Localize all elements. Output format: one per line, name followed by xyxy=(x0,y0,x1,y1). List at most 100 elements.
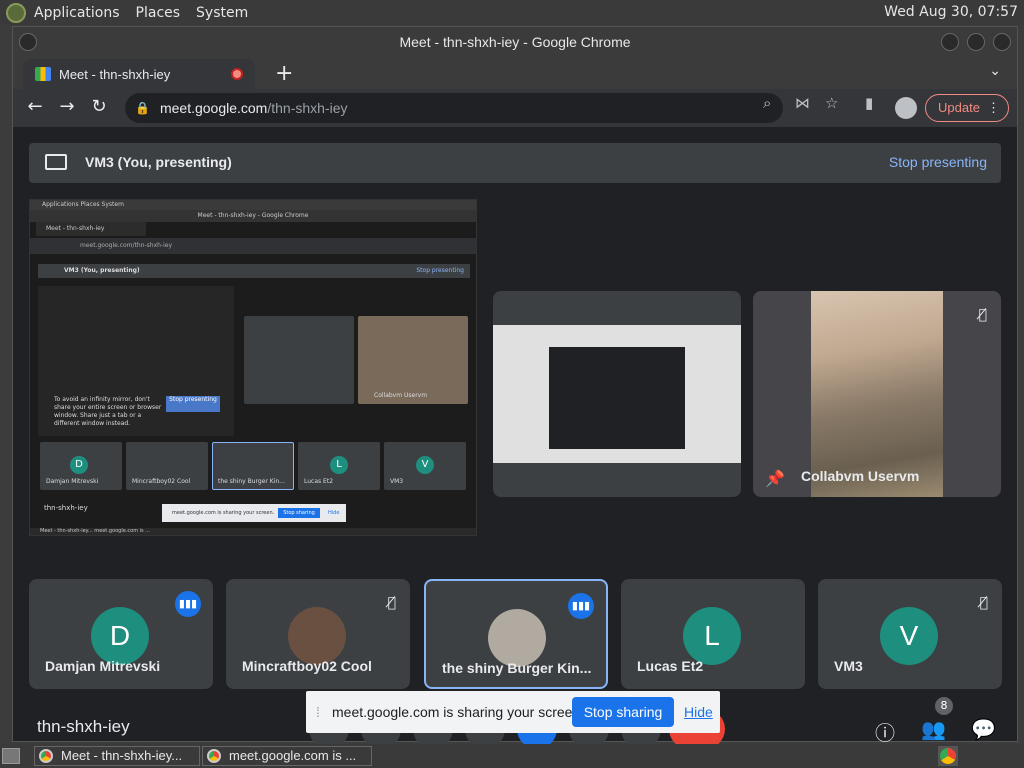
profile-avatar-icon[interactable] xyxy=(895,97,917,119)
participant-tile[interactable]: L Lucas Et2 xyxy=(621,579,805,689)
menu-places[interactable]: Places xyxy=(136,5,181,21)
stop-sharing-button[interactable]: Stop sharing xyxy=(572,697,674,727)
preview-titlebar: Meet - thn-shxh-iey - Google Chrome xyxy=(30,210,476,222)
presenting-bar: VM3 (You, presenting) Stop presenting xyxy=(29,143,1001,183)
browser-window: Meet - thn-shxh-iey - Google Chrome Meet… xyxy=(12,26,1018,749)
close-icon[interactable] xyxy=(993,33,1011,51)
mic-off-icon: 🎙̸ xyxy=(979,595,988,611)
sharing-message: meet.google.com is sharing your screen. xyxy=(332,704,585,720)
url-path: /thn-shxh-iey xyxy=(267,100,348,116)
participant-avatar: L xyxy=(683,607,741,665)
chrome-icon xyxy=(207,749,221,763)
maximize-icon[interactable] xyxy=(967,33,985,51)
preview-tab: Meet - thn-shxh-iey xyxy=(36,222,146,236)
tab-search-chevron-down-icon[interactable]: ⌄ xyxy=(989,63,1001,79)
preview-meeting-code: thn-shxh-iey xyxy=(44,504,88,512)
window-title: Meet - thn-shxh-iey - Google Chrome xyxy=(399,34,631,50)
window-menu-icon[interactable] xyxy=(19,33,37,51)
clock[interactable]: Wed Aug 30, 07:57 xyxy=(884,4,1018,20)
minimize-icon[interactable] xyxy=(941,33,959,51)
preview-toast-message: meet.google.com is sharing your screen. xyxy=(172,510,275,516)
preview-cam-tile xyxy=(358,316,468,404)
taskbar-item-meet[interactable]: Meet - thn-shxh-iey... xyxy=(34,746,200,766)
screen-sharing-notification: ⁞ meet.google.com is sharing your screen… xyxy=(306,691,720,733)
preview-toast-stop: Stop sharing xyxy=(278,508,320,518)
screen-share-content xyxy=(493,325,741,463)
tab-strip: Meet - thn-shxh-iey + ⌄ xyxy=(13,57,1017,89)
desktop-menu: Applications Places System xyxy=(34,5,248,21)
preview-avatar: L xyxy=(330,456,348,474)
share-icon[interactable]: ⋈ xyxy=(795,94,810,112)
participant-tile[interactable]: D ▮▮▮ Damjan Mitrevski xyxy=(29,579,213,689)
participant-avatar: V xyxy=(880,607,938,665)
preview-bar-label: VM3 (You, presenting) xyxy=(64,267,140,274)
recording-indicator-icon xyxy=(231,68,243,80)
preview-participant-name: Damjan Mitrevski xyxy=(46,478,99,485)
people-icon[interactable]: 👥 xyxy=(921,717,946,741)
preview-cam-name: Collabvm Uservm xyxy=(374,392,428,399)
participant-tile[interactable]: 🎙̸ Mincraftboy02 Cool xyxy=(226,579,410,689)
preview-participant-name: Mincraftboy02 Cool xyxy=(132,478,191,485)
preview-avatar: D xyxy=(70,456,88,474)
present-screen-icon xyxy=(45,154,67,170)
meeting-code: thn-shxh-iey xyxy=(37,717,130,736)
participant-avatar: D xyxy=(91,607,149,665)
screen-share-tile[interactable] xyxy=(493,291,741,497)
drag-handle-icon[interactable]: ⁞ xyxy=(316,704,320,720)
update-label: Update xyxy=(938,100,980,115)
menu-system[interactable]: System xyxy=(196,5,248,21)
shared-screen-preview: Applications Places System Meet - thn-sh… xyxy=(29,199,477,536)
people-count-badge: 8 xyxy=(935,697,953,715)
meet-favicon-icon xyxy=(35,67,51,81)
preview-share-tile xyxy=(244,316,354,404)
update-button[interactable]: Update ⋮ xyxy=(925,94,1009,122)
more-vert-icon[interactable]: ⋮ xyxy=(987,95,1000,121)
side-panel-icon[interactable]: ▮ xyxy=(865,94,873,112)
camera-tile[interactable]: 🎙̸ 📌 Collabvm Uservm xyxy=(753,291,1001,497)
back-icon[interactable]: ← xyxy=(23,96,47,117)
window-titlebar[interactable]: Meet - thn-shxh-iey - Google Chrome xyxy=(13,27,1017,57)
pin-icon[interactable]: 📌 xyxy=(765,469,785,488)
hide-link[interactable]: Hide xyxy=(684,704,713,720)
address-bar[interactable]: 🔒 meet.google.com /thn-shxh-iey xyxy=(125,93,783,123)
participant-name: Mincraftboy02 Cool xyxy=(242,658,372,674)
desktop-taskbar: Meet - thn-shxh-iey... meet.google.com i… xyxy=(0,744,1024,768)
stop-presenting-button[interactable]: Stop presenting xyxy=(889,154,987,170)
preview-presenting-bar: VM3 (You, presenting) Stop presenting xyxy=(38,264,470,278)
desktop-top-panel: Applications Places System Wed Aug 30, 0… xyxy=(0,0,1024,25)
participant-avatar xyxy=(288,607,346,665)
lock-icon[interactable]: 🔒 xyxy=(135,101,150,115)
participant-name: the shiny Burger Kin... xyxy=(442,660,592,676)
zoom-search-icon[interactable]: ⌕ xyxy=(763,94,771,112)
mic-off-icon: 🎙̸ xyxy=(387,595,396,611)
bookmark-star-icon[interactable]: ☆ xyxy=(825,94,838,112)
preview-mirror-message: To avoid an infinity mirror, don't share… xyxy=(54,396,162,427)
camera-feed xyxy=(811,291,943,497)
preview-top-panel: Applications Places System xyxy=(30,200,476,210)
camera-participant-name: Collabvm Uservm xyxy=(801,468,920,484)
preview-participant-name: the shiny Burger Kin... xyxy=(218,478,285,485)
taskbar-item-label: Meet - thn-shxh-iey... xyxy=(61,748,183,763)
participant-name: VM3 xyxy=(834,658,863,674)
show-desktop-icon[interactable] xyxy=(2,748,20,764)
menu-applications[interactable]: Applications xyxy=(34,5,120,21)
taskbar-item-sharing[interactable]: meet.google.com is ... xyxy=(202,746,372,766)
meet-content: VM3 (You, presenting) Stop presenting Ap… xyxy=(13,127,1017,749)
tab-title: Meet - thn-shxh-iey xyxy=(59,66,171,82)
preview-bar-stop: Stop presenting xyxy=(416,267,464,274)
participant-tile[interactable]: V 🎙̸ VM3 xyxy=(818,579,1002,689)
info-icon[interactable]: ⓘ xyxy=(875,717,895,746)
reload-icon[interactable]: ↻ xyxy=(87,96,111,117)
preview-mirror-stop: Stop presenting xyxy=(166,396,220,412)
preview-toast-hide: Hide xyxy=(328,510,340,516)
participant-name: Damjan Mitrevski xyxy=(45,658,161,674)
distro-logo-icon[interactable] xyxy=(6,2,26,23)
tray-chrome-icon[interactable] xyxy=(938,746,958,766)
tab-meet[interactable]: Meet - thn-shxh-iey xyxy=(23,59,255,89)
forward-icon[interactable]: → xyxy=(55,96,79,117)
screen-share-inner xyxy=(549,347,685,449)
chat-icon[interactable]: 💬 xyxy=(971,717,996,741)
preview-taskbar: Meet - thn-shxh-iey... meet.google.com i… xyxy=(30,528,476,535)
participant-tile-active-speaker[interactable]: ▮▮▮ the shiny Burger Kin... xyxy=(424,579,608,689)
new-tab-icon[interactable]: + xyxy=(275,61,293,86)
